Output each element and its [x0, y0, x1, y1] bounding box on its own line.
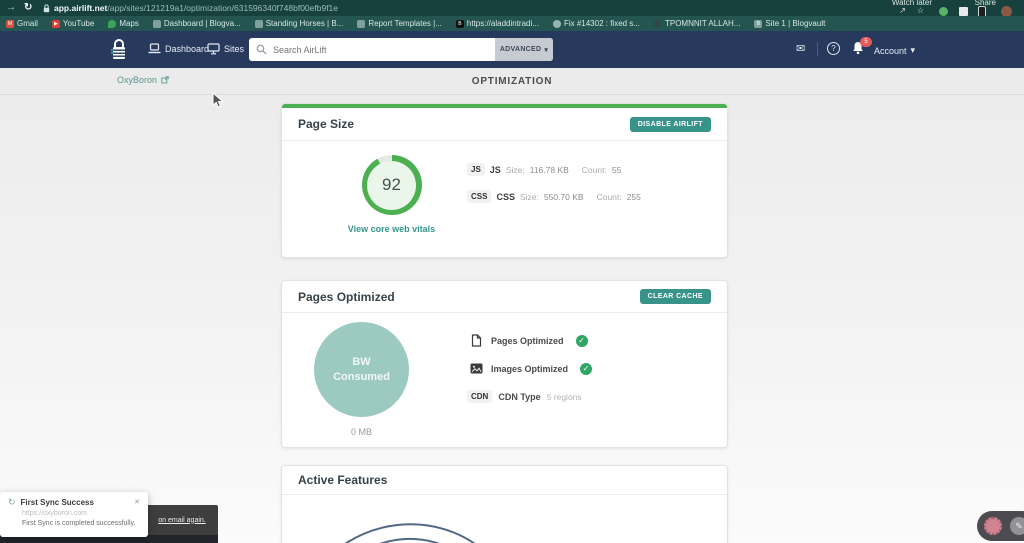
notification-badge: 5	[860, 37, 872, 47]
js-stat-row: JS JS Size: 116.78 KB Count: 55	[467, 163, 641, 176]
page-size-card: Page Size DISABLE AIRLIFT 92 View core w…	[281, 103, 728, 258]
screen-recorder-pill: ✎	[977, 511, 1024, 541]
mail-icon[interactable]: ✉	[796, 42, 805, 55]
bookmark-tpomnnit[interactable]: TPOMNNIT ALLAH...	[654, 19, 740, 28]
nav-dashboard[interactable]: Dashboard	[148, 43, 209, 54]
app-header: Dashboard Sites ADVANCED ▾ ✉ ?	[0, 31, 1024, 68]
bookmark-aladdintrade[interactable]: Bhttps://aladdintradi...	[456, 19, 539, 28]
view-core-web-vitals-link[interactable]: View core web vitals	[329, 224, 454, 234]
check-icon: ✓	[580, 363, 592, 375]
email-again-tooltip: on email again.	[146, 505, 218, 535]
watch-later-label[interactable]: Watch later	[892, 0, 932, 7]
site-icon: B	[754, 20, 762, 28]
disable-airlift-button[interactable]: DISABLE AIRLIFT	[630, 117, 711, 132]
toast-url: https://oxyboron.com	[22, 510, 140, 517]
airlift-logo[interactable]	[111, 39, 127, 60]
active-features-title: Active Features	[298, 473, 387, 487]
bookmark-gmail[interactable]: MGmail	[6, 19, 38, 28]
star-icon[interactable]: ☆	[917, 6, 924, 15]
screen: → ↻ app.airlift.net/app/sites/121219a1/o…	[0, 0, 1024, 543]
document-icon	[471, 334, 482, 347]
bw-consumed-value: 0 MB	[314, 427, 409, 437]
page-subheader: OxyBoron OPTIMIZATION	[0, 68, 1024, 95]
monitor-icon	[207, 43, 220, 55]
site-icon: B	[456, 20, 464, 28]
lock-icon	[43, 4, 50, 13]
pages-optimized-row: Pages Optimized ✓	[467, 333, 592, 348]
clear-cache-button[interactable]: CLEAR CACHE	[640, 289, 711, 304]
share-arrow-icon[interactable]: ↗	[899, 6, 906, 15]
nav-sites[interactable]: Sites	[207, 43, 244, 55]
page-title: OPTIMIZATION	[0, 76, 1024, 87]
globe-icon	[654, 20, 662, 28]
maps-pin-icon	[108, 20, 116, 28]
pages-optimized-card: Pages Optimized CLEAR CACHE BW Consumed …	[281, 280, 728, 448]
css-stat-row: CSS CSS Size: 550.70 KB Count: 255	[467, 190, 641, 203]
css-badge: CSS	[467, 190, 491, 203]
bookmark-report-templates[interactable]: Report Templates |...	[357, 19, 442, 28]
features-illustration	[300, 499, 500, 543]
image-icon	[470, 363, 483, 374]
check-icon: ✓	[576, 335, 588, 347]
annotate-button[interactable]: ✎	[1010, 517, 1024, 535]
browser-address-bar: → ↻ app.airlift.net/app/sites/121219a1/o…	[0, 0, 1024, 16]
record-button[interactable]	[984, 517, 1002, 535]
laptop-icon	[148, 43, 161, 54]
bookmark-site1-blogvault[interactable]: BSite 1 | Blogvault	[754, 19, 825, 28]
gmail-icon: M	[6, 20, 14, 28]
bookmark-youtube[interactable]: ▶YouTube	[52, 19, 94, 28]
site-icon	[153, 20, 161, 28]
reload-icon[interactable]: ↻	[24, 1, 32, 15]
sync-icon: ↻	[8, 498, 16, 507]
extension-icon[interactable]	[939, 7, 948, 16]
bookmark-dashboard-blogvault[interactable]: Dashboard | Blogva...	[153, 19, 241, 28]
help-icon[interactable]: ?	[827, 42, 840, 55]
bookmark-standing-horses[interactable]: Standing Horses | B...	[255, 19, 344, 28]
pages-optimized-title: Pages Optimized	[298, 290, 395, 304]
bookmark-fix-14302[interactable]: Fix #14302 : fixed s...	[553, 19, 640, 28]
js-badge: JS	[467, 163, 485, 176]
site-icon	[553, 20, 561, 28]
bw-consumed-circle: BW Consumed	[314, 322, 409, 417]
images-optimized-row: Images Optimized ✓	[467, 361, 592, 376]
forward-icon[interactable]: →	[6, 1, 16, 15]
mouse-cursor	[212, 92, 224, 109]
site-icon	[255, 20, 263, 28]
email-again-link[interactable]: on email again.	[158, 517, 205, 524]
page-size-title: Page Size	[298, 117, 354, 131]
chevron-down-icon: ▾	[544, 46, 548, 54]
header-divider	[817, 42, 818, 56]
chevron-down-icon: ▾	[911, 45, 916, 56]
toast-message: First Sync is completed successfully.	[22, 520, 140, 527]
video-overlay-controls: Watch later Share ↗ ☆	[884, 0, 1024, 16]
search-bar: ADVANCED ▾	[249, 38, 553, 61]
extension-pin-icon[interactable]	[959, 7, 968, 16]
cdn-type-row: CDN CDN Type 5 regions	[467, 389, 592, 404]
score-value: 92	[382, 175, 401, 195]
active-features-card: Active Features ⊛ Critical CSS ✓	[281, 465, 728, 543]
url-text[interactable]: app.airlift.net/app/sites/121219a1/optim…	[54, 3, 338, 13]
close-icon[interactable]: ✕	[134, 498, 140, 506]
account-menu[interactable]: Account ▾	[874, 45, 915, 56]
advanced-button[interactable]: ADVANCED ▾	[495, 38, 553, 61]
score-ring: 92	[362, 155, 422, 215]
toast-title: First Sync Success	[21, 498, 135, 507]
bookmark-maps[interactable]: Maps	[108, 19, 139, 28]
cdn-badge: CDN	[467, 390, 492, 403]
bookmarks-bar: MGmail ▶YouTube Maps Dashboard | Blogva.…	[0, 16, 1024, 31]
search-icon	[256, 44, 267, 55]
site-icon	[357, 20, 365, 28]
youtube-icon: ▶	[52, 20, 60, 28]
first-sync-toast: ↻ First Sync Success ✕ https://oxyboron.…	[0, 492, 148, 537]
